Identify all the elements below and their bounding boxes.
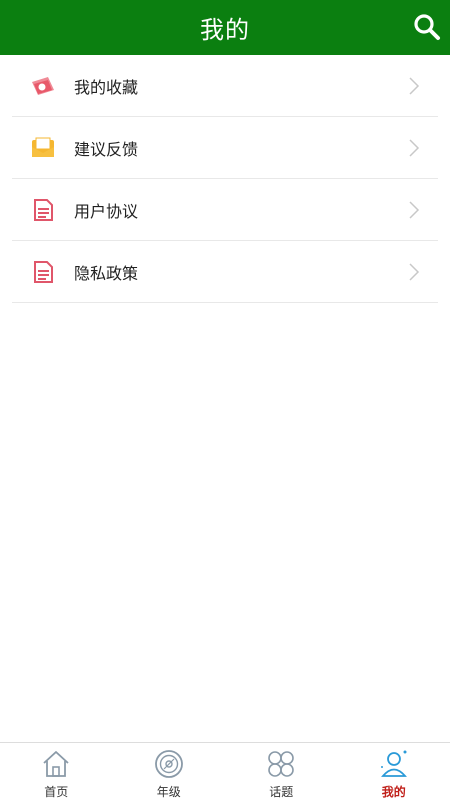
document-icon: [34, 199, 53, 221]
chevron-right-icon: [409, 77, 420, 95]
user-icon: [380, 750, 407, 777]
tab-grade[interactable]: 年级: [113, 743, 226, 800]
tab-home[interactable]: 首页: [0, 743, 113, 800]
menu-item-feedback[interactable]: 建议反馈: [12, 117, 438, 179]
menu-item-privacy-policy[interactable]: 隐私政策: [12, 241, 438, 303]
menu-item-user-agreement[interactable]: 用户协议: [12, 179, 438, 241]
search-icon: [414, 14, 440, 40]
chevron-right-icon: [409, 263, 420, 281]
mail-icon: [32, 137, 54, 157]
favorites-icon: [32, 77, 54, 95]
settings-menu: 我的收藏 建议反馈 用户协议 隐私政策: [12, 55, 438, 303]
menu-item-label: 建议反馈: [74, 139, 139, 159]
page-title: 我的: [200, 16, 250, 44]
bottom-tab-bar: 首页 年级 话题 我的: [0, 742, 450, 800]
menu-item-favorites[interactable]: 我的收藏: [12, 55, 438, 117]
chevron-right-icon: [409, 201, 420, 219]
tab-mine[interactable]: 我的: [338, 743, 450, 800]
search-button[interactable]: [412, 12, 442, 42]
tab-label: 话题: [269, 785, 294, 799]
tab-label: 年级: [156, 785, 181, 799]
tab-label: 我的: [381, 785, 406, 799]
menu-item-label: 用户协议: [74, 201, 139, 221]
chevron-right-icon: [409, 139, 420, 157]
document-icon: [34, 261, 53, 283]
home-icon: [43, 751, 69, 777]
grid-icon: [268, 751, 295, 777]
tab-topics[interactable]: 话题: [225, 743, 338, 800]
disc-icon: [154, 750, 183, 778]
header-bar: 我的: [0, 0, 450, 55]
tab-label: 首页: [44, 785, 69, 799]
menu-item-label: 我的收藏: [74, 77, 139, 97]
menu-item-label: 隐私政策: [74, 263, 139, 283]
